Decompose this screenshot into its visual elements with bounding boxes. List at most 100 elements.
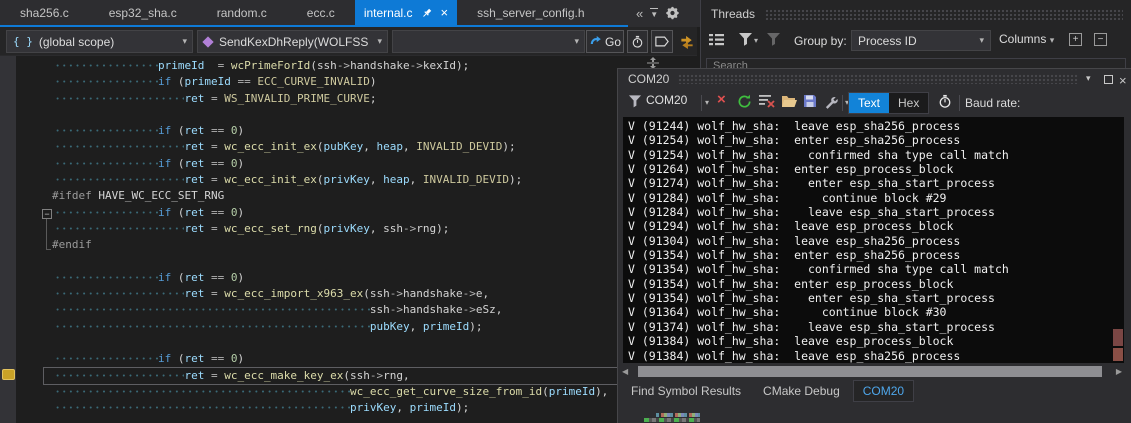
- code-line: #endif: [52, 238, 92, 252]
- code-line: if (ret == 0): [52, 123, 700, 139]
- chevron-down-icon[interactable]: ▾: [754, 36, 758, 45]
- code-line: ret = wc_ecc_set_rng(privKey, ssh->rng);: [52, 221, 700, 237]
- baud-rate-label: Baud rate:: [965, 96, 1021, 110]
- tab-internal.c[interactable]: internal.c ×: [354, 0, 458, 25]
- code-line: ret = wc_ecc_make_key_ex(ssh->rng,: [43, 366, 700, 385]
- code-line: ret = WS_INVALID_PRIME_CURVE;: [52, 91, 700, 107]
- scroll-right-icon[interactable]: ▶: [1116, 367, 1122, 376]
- horizontal-scrollbar-thumb[interactable]: [638, 366, 1102, 377]
- scope-dropdown[interactable]: { } (global scope) ▾: [6, 30, 193, 53]
- log-line: V (91304) wolf_hw_sha: leave esp_sha256_…: [628, 233, 961, 248]
- timer-button[interactable]: [627, 30, 648, 53]
- log-line: V (91364) wolf_hw_sha: continue block #3…: [628, 305, 947, 320]
- refresh-icon[interactable]: [737, 94, 752, 109]
- orange-arrows-icon: [679, 34, 695, 49]
- stopwatch-icon[interactable]: [938, 94, 952, 109]
- log-vertical-scrollbar-thumb[interactable]: [1113, 329, 1123, 346]
- panel-drag-texture: [765, 9, 1123, 20]
- clear-log-icon[interactable]: [758, 94, 776, 108]
- bottom-tab-find-symbol-results[interactable]: Find Symbol Results: [622, 381, 750, 401]
- open-folder-icon[interactable]: [781, 94, 798, 108]
- member-dropdown-value: SendKexDhReply(WOLFSSH: [219, 34, 369, 49]
- panel-drag-texture: [678, 74, 1078, 84]
- log-line: V (91284) wolf_hw_sha: continue block #2…: [628, 190, 947, 205]
- pin-icon[interactable]: [421, 7, 433, 19]
- search-input[interactable]: Search: [706, 58, 1126, 68]
- filter-icon[interactable]: [628, 94, 642, 108]
- navigate-steps-button[interactable]: [676, 30, 698, 53]
- chevron-down-icon[interactable]: ▾: [705, 98, 709, 107]
- code-line: if (ret == 0): [52, 156, 700, 172]
- filter-icon[interactable]: [738, 32, 753, 46]
- chevron-down-icon: ▾: [979, 35, 984, 45]
- serial-monitor-titlebar[interactable]: COM20 ▾ ×: [618, 69, 1131, 89]
- disconnect-icon[interactable]: ×: [717, 91, 726, 108]
- stopwatch-icon: [631, 35, 644, 49]
- log-scroll-bottom-button[interactable]: [1113, 348, 1123, 361]
- log-line: V (91254) wolf_hw_sha: confirmed sha typ…: [628, 147, 1009, 162]
- gear-icon[interactable]: [666, 6, 680, 20]
- maximize-icon[interactable]: [1104, 75, 1113, 84]
- save-icon[interactable]: [803, 94, 817, 108]
- hex-mode-button[interactable]: Hex: [889, 93, 928, 113]
- columns-dropdown[interactable]: Columns ▾: [999, 32, 1054, 46]
- tab-random.c[interactable]: random.c: [197, 0, 287, 25]
- code-collapse-icon[interactable]: −: [42, 209, 52, 219]
- code-line: privKey, primeId);: [52, 400, 700, 416]
- tag-icon: [655, 36, 669, 47]
- member-dropdown[interactable]: SendKexDhReply(WOLFSSH ▾: [197, 30, 388, 53]
- tab-sha256.c[interactable]: sha256.c: [0, 0, 89, 25]
- tab-label: sha256.c: [20, 5, 69, 20]
- tab-label: ssh_server_config.h: [477, 5, 585, 20]
- search-placeholder: Search: [713, 60, 748, 68]
- tab-overflow-icon[interactable]: «: [636, 6, 643, 21]
- tab-ssh_server_config.h[interactable]: ssh_server_config.h: [457, 0, 604, 25]
- log-line: V (91354) wolf_hw_sha: enter esp_process…: [628, 276, 954, 291]
- log-line: V (91354) wolf_hw_sha: enter esp_sha256_…: [628, 248, 961, 263]
- braces-icon: { }: [13, 35, 33, 48]
- close-icon[interactable]: ×: [1119, 73, 1127, 88]
- clear-filter-icon[interactable]: [766, 32, 781, 46]
- log-line: V (91254) wolf_hw_sha: enter esp_sha256_…: [628, 133, 961, 148]
- projects-dropdown[interactable]: ▾: [392, 30, 585, 53]
- collapse-all-icon[interactable]: −: [1094, 33, 1107, 46]
- close-icon[interactable]: ×: [441, 6, 449, 19]
- columns-list-icon[interactable]: [708, 32, 725, 47]
- log-line: V (91264) wolf_hw_sha: enter esp_process…: [628, 162, 954, 177]
- group-by-dropdown[interactable]: Process ID ▾: [851, 30, 991, 51]
- log-line: V (91384) wolf_hw_sha: leave esp_process…: [628, 334, 954, 349]
- window-position-icon[interactable]: ▾: [1086, 73, 1091, 84]
- serial-monitor-toolbar: COM20 ▾ × ▾ Text Hex Baud rate:: [618, 89, 1131, 117]
- log-line: V (91294) wolf_hw_sha: leave esp_process…: [628, 219, 954, 234]
- log-horizontal-scrollbar[interactable]: ◀ ▶: [619, 364, 1125, 379]
- serial-monitor-title: COM20: [628, 72, 670, 86]
- log-line: V (91244) wolf_hw_sha: leave esp_sha256_…: [628, 119, 961, 133]
- tab-esp32_sha.c[interactable]: esp32_sha.c: [89, 0, 197, 25]
- expand-all-icon[interactable]: +: [1069, 33, 1082, 46]
- text-mode-button[interactable]: Text: [849, 93, 890, 113]
- code-line: if (ret == 0): [52, 351, 700, 367]
- log-line: V (91284) wolf_hw_sha: leave esp_sha_sta…: [628, 205, 995, 220]
- display-mode-toggle: Text Hex: [848, 92, 930, 114]
- method-icon: [202, 35, 214, 48]
- code-editor[interactable]: primeId = wcPrimeForId(ssh->handshake->k…: [0, 56, 700, 423]
- log-line: V (91274) wolf_hw_sha: enter esp_sha_sta…: [628, 176, 995, 191]
- wrench-icon[interactable]: [824, 94, 839, 109]
- tab-ecc.c[interactable]: ecc.c: [287, 0, 355, 25]
- tag-button[interactable]: [651, 30, 673, 53]
- go-button[interactable]: Go: [586, 30, 624, 53]
- bottom-tab-com20[interactable]: COM20: [852, 380, 915, 402]
- bottom-tab-cmake-debug[interactable]: CMake Debug: [754, 381, 849, 401]
- scroll-left-icon[interactable]: ◀: [622, 367, 628, 376]
- tab-label: esp32_sha.c: [108, 5, 177, 20]
- log-line: V (91354) wolf_hw_sha: confirmed sha typ…: [628, 262, 1009, 277]
- serial-monitor-panel: COM20 ▾ × COM20 ▾ × ▾ Text Hex Baud rate…: [617, 68, 1131, 423]
- code-line: pubKey, primeId);: [52, 319, 700, 335]
- chevron-down-icon: ▾: [574, 36, 579, 46]
- collapse-scope-line: [46, 219, 47, 249]
- tab-list-dropdown-icon[interactable]: ▼: [650, 7, 659, 19]
- port-dropdown[interactable]: COM20: [646, 93, 687, 107]
- serial-log[interactable]: V (91244) wolf_hw_sha: leave esp_sha256_…: [623, 117, 1124, 363]
- group-by-label: Group by:: [794, 34, 847, 48]
